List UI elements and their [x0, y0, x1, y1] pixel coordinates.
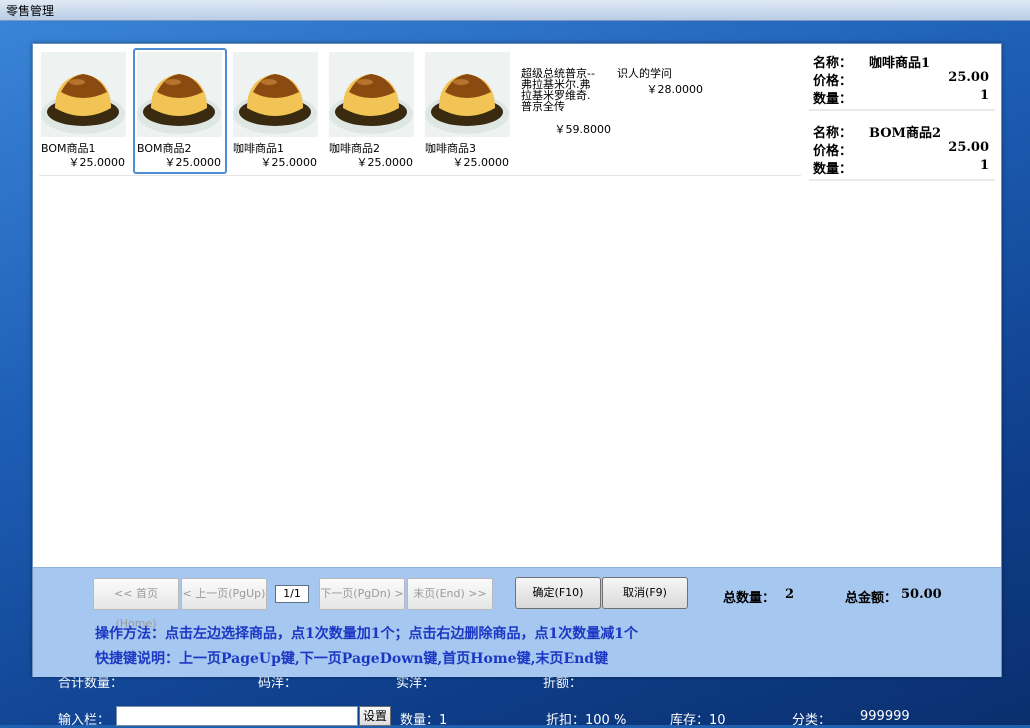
window-titlebar: 零售管理	[0, 0, 1030, 21]
product-tile[interactable]: 咖啡商品2 ￥25.0000	[327, 50, 417, 172]
cart-item[interactable]: 名称： 咖啡商品1 价格： 25.00 数量： 1	[809, 49, 995, 111]
input-field[interactable]	[116, 706, 358, 726]
category-value: 999999	[860, 709, 910, 724]
stock-status: 库存：10	[670, 713, 726, 728]
text-product-tile[interactable]: 识人的学问 ￥28.0000	[617, 68, 709, 108]
cart-item-name: BOM商品2	[869, 126, 941, 141]
product-divider	[39, 175, 801, 176]
cart-item-price: 25.00	[948, 70, 989, 85]
dialog-footer: << 首页(Home) < 上一页(PgUp) 1/1 下一页(PgDn) > …	[33, 567, 1001, 677]
qty-status: 数量：1	[400, 713, 448, 728]
total-qty-label: 总数量：	[723, 591, 776, 606]
product-price: ￥28.0000	[646, 83, 704, 96]
window-title: 零售管理	[6, 4, 55, 18]
cart-name-label: 名称：	[813, 126, 853, 141]
pudding-image	[425, 52, 510, 137]
product-price: ￥25.0000	[164, 156, 222, 169]
product-tile[interactable]: 咖啡商品1 ￥25.0000	[231, 50, 321, 172]
operation-help: 操作方法：点击左边选择商品，点1次数量加1个；点击右边删除商品，点1次数量减1个	[95, 626, 638, 642]
shortcut-help: 快捷键说明：上一页PageUp键,下一页PageDown键,首页Home键,末页…	[95, 651, 609, 667]
pudding-image	[329, 52, 414, 137]
product-tile-selected[interactable]: BOM商品2 ￥25.0000	[133, 48, 227, 174]
cart-item-price: 25.00	[948, 140, 989, 155]
total-amount-label: 总金额：	[845, 591, 898, 606]
product-name: 超级总统普京--弗拉基米尔.弗拉基米罗维奇.普京全传	[521, 67, 595, 113]
last-page-button[interactable]: 末页(End) >>	[407, 578, 493, 610]
cart-qty-label: 数量：	[813, 92, 853, 107]
text-product-tile[interactable]: 超级总统普京--弗拉基米尔.弗拉基米罗维奇.普京全传 ￥59.8000	[521, 68, 613, 136]
cart-qty-label: 数量：	[813, 162, 853, 177]
confirm-button[interactable]: 确定(F10)	[515, 577, 601, 609]
product-name: 识人的学问	[617, 67, 672, 80]
pudding-image	[137, 52, 222, 137]
product-price: ￥25.0000	[452, 156, 510, 169]
next-page-button[interactable]: 下一页(PgDn) >	[319, 578, 405, 610]
product-grid: BOM商品1 ￥25.0000 BOM商品2 ￥25.0000 咖啡商品1 ￥2…	[39, 48, 801, 178]
discount-status: 折扣：100 %	[546, 713, 627, 728]
product-price: ￥25.0000	[356, 156, 414, 169]
product-select-dialog: BOM商品1 ￥25.0000 BOM商品2 ￥25.0000 咖啡商品1 ￥2…	[32, 43, 1002, 677]
cart-item-qty: 1	[979, 158, 989, 173]
product-price: ￥25.0000	[260, 156, 318, 169]
product-price: ￥25.0000	[68, 156, 126, 169]
total-amount-value: 50.00	[901, 587, 942, 602]
pudding-image	[41, 52, 126, 137]
product-tile[interactable]: 咖啡商品3 ￥25.0000	[423, 50, 513, 172]
product-tile[interactable]: BOM商品1 ￥25.0000	[39, 50, 129, 172]
set-button[interactable]: 设置	[359, 706, 391, 726]
input-label: 输入栏：	[58, 713, 111, 728]
cart-name-label: 名称：	[813, 56, 853, 71]
cart-price-label: 价格：	[813, 74, 853, 89]
product-price: ￥59.8000	[554, 123, 612, 136]
total-qty-value: 2	[785, 587, 795, 602]
pudding-image	[233, 52, 318, 137]
cart-panel: 名称： 咖啡商品1 价格： 25.00 数量： 1 名称： BOM商品2 价格： 2…	[809, 49, 997, 189]
cart-price-label: 价格：	[813, 144, 853, 159]
category-label: 分类：	[792, 713, 832, 728]
cart-item[interactable]: 名称： BOM商品2 价格： 25.00 数量： 1	[809, 119, 995, 181]
cancel-button[interactable]: 取消(F9)	[602, 577, 688, 609]
cart-item-name: 咖啡商品1	[869, 56, 931, 71]
page-input[interactable]: 1/1	[275, 585, 309, 603]
cart-item-qty: 1	[979, 88, 989, 103]
first-page-button[interactable]: << 首页(Home)	[93, 578, 179, 630]
prev-page-button[interactable]: < 上一页(PgUp)	[181, 578, 267, 610]
